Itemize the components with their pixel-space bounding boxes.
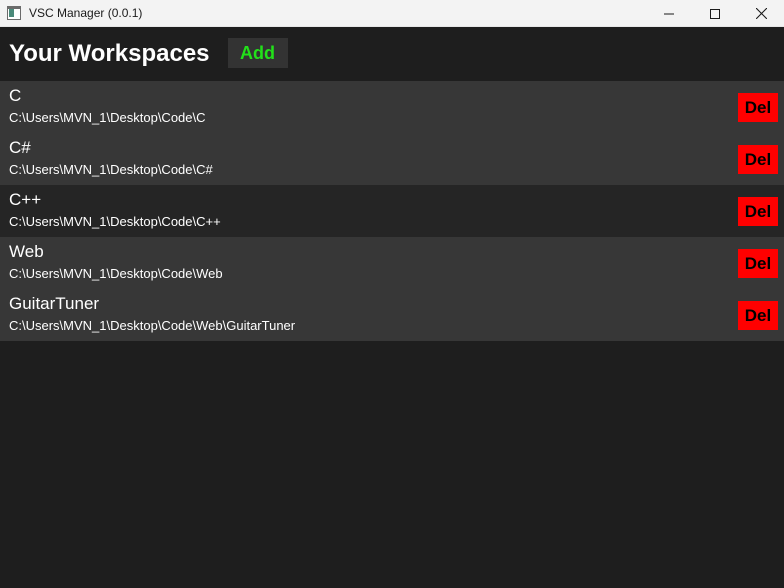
workspace-item[interactable]: C++ C:\Users\MVN_1\Desktop\Code\C++ Del	[0, 185, 784, 237]
maximize-button[interactable]	[692, 0, 738, 27]
workspace-path: C:\Users\MVN_1\Desktop\Code\Web	[9, 266, 223, 281]
maximize-icon	[710, 8, 720, 19]
workspace-path: C:\Users\MVN_1\Desktop\Code\C	[9, 110, 206, 125]
window-title: VSC Manager (0.0.1)	[29, 6, 143, 20]
delete-button[interactable]: Del	[738, 301, 778, 330]
minimize-button[interactable]	[646, 0, 692, 27]
close-button[interactable]	[738, 0, 784, 27]
header: Your Workspaces Add	[0, 27, 784, 81]
workspace-item[interactable]: C C:\Users\MVN_1\Desktop\Code\C Del	[0, 81, 784, 133]
workspace-name: C	[9, 86, 22, 105]
delete-button[interactable]: Del	[738, 197, 778, 226]
workspace-item[interactable]: C# C:\Users\MVN_1\Desktop\Code\C# Del	[0, 133, 784, 185]
window-controls	[646, 0, 784, 27]
app-icon	[7, 6, 21, 20]
workspace-item[interactable]: Web C:\Users\MVN_1\Desktop\Code\Web Del	[0, 237, 784, 289]
workspace-path: C:\Users\MVN_1\Desktop\Code\C++	[9, 214, 221, 229]
workspace-name: Web	[9, 242, 44, 261]
page-title: Your Workspaces	[9, 40, 210, 67]
workspace-name: GuitarTuner	[9, 294, 100, 313]
workspace-name: C#	[9, 138, 31, 157]
app-window: VSC Manager (0.0.1) Your Workspaces Add …	[0, 0, 784, 588]
delete-button[interactable]: Del	[738, 93, 778, 122]
workspace-name: C++	[9, 190, 42, 209]
title-bar[interactable]: VSC Manager (0.0.1)	[0, 0, 784, 27]
delete-button[interactable]: Del	[738, 249, 778, 278]
workspace-path: C:\Users\MVN_1\Desktop\Code\Web\GuitarTu…	[9, 318, 296, 333]
workspace-path: C:\Users\MVN_1\Desktop\Code\C#	[9, 162, 213, 177]
close-icon	[755, 8, 767, 19]
minimize-icon	[664, 13, 674, 14]
workspace-item[interactable]: GuitarTuner C:\Users\MVN_1\Desktop\Code\…	[0, 289, 784, 341]
workspace-list: C C:\Users\MVN_1\Desktop\Code\C Del C# C…	[0, 81, 784, 341]
add-button[interactable]: Add	[227, 38, 288, 68]
delete-button[interactable]: Del	[738, 145, 778, 174]
